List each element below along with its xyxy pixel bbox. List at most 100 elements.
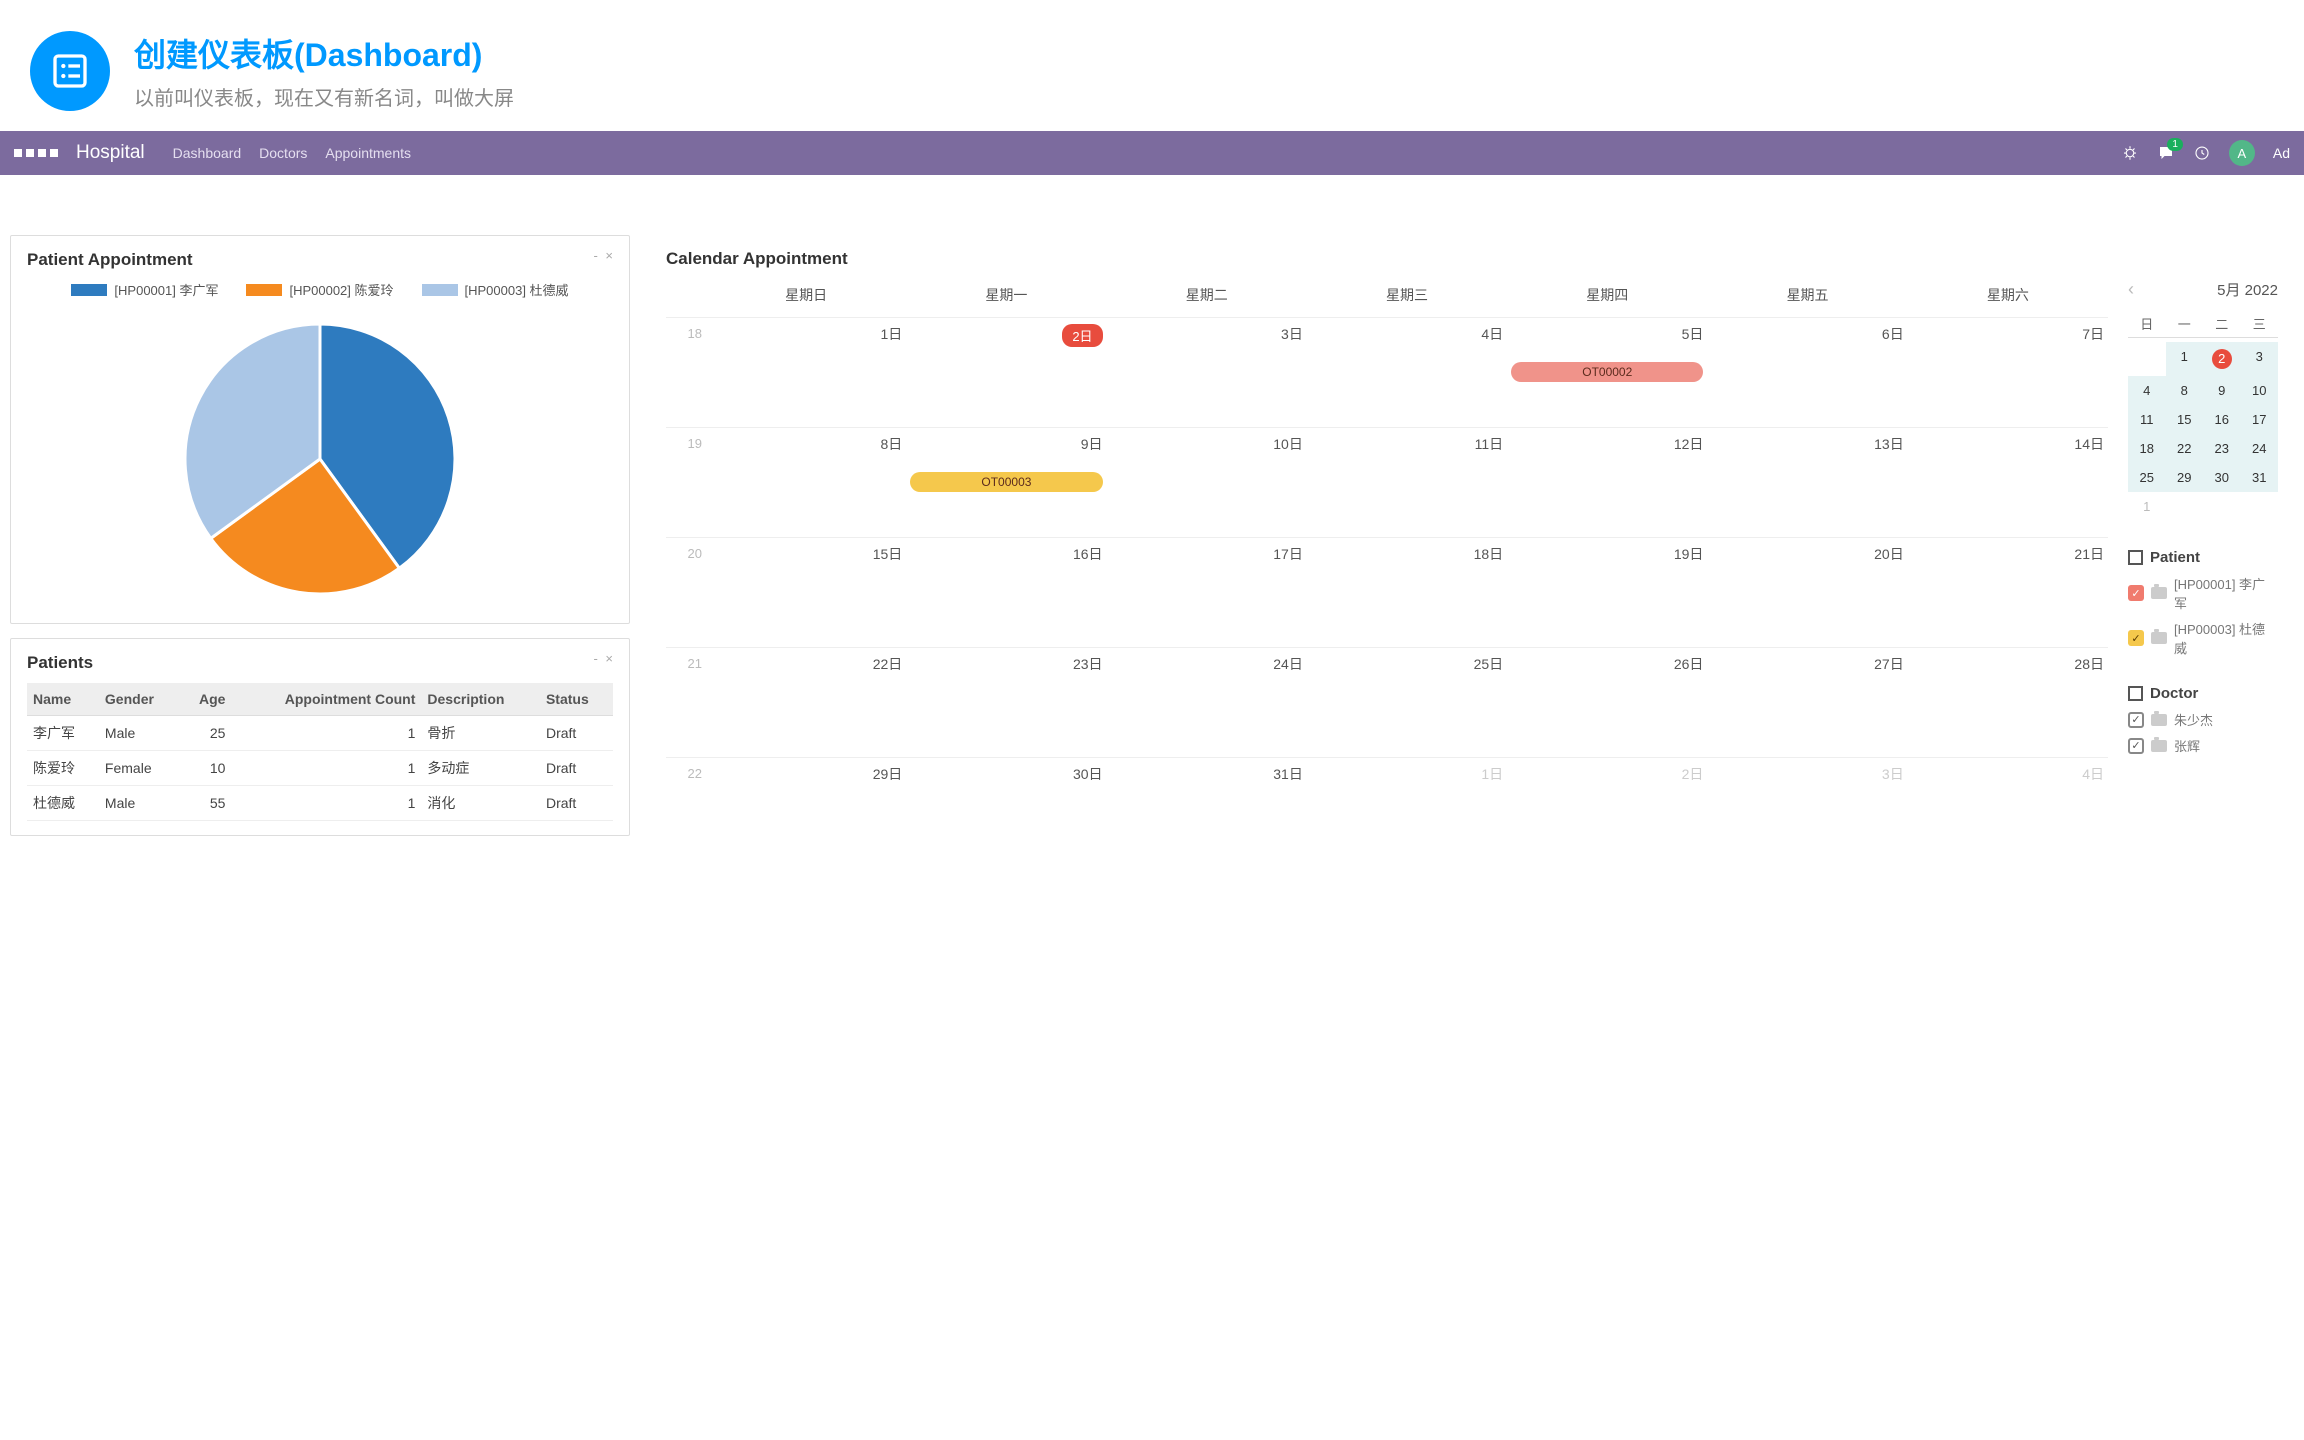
nav-link-appointments[interactable]: Appointments [325,145,411,161]
calendar-event[interactable]: OT00003 [910,472,1102,492]
checkbox-icon[interactable] [2128,738,2144,754]
mini-day[interactable]: 3 [2241,342,2279,376]
mini-day[interactable]: 25 [2128,463,2166,492]
calendar-cell[interactable]: 14日 [1908,428,2108,537]
calendar-cell[interactable]: 25日 [1307,648,1507,757]
calendar-cell[interactable]: 11日 [1307,428,1507,537]
page-hero: 创建仪表板(Dashboard) 以前叫仪表板，现在又有新名词，叫做大屏 [0,0,2304,131]
filter-item[interactable]: [HP00003] 杜德威 [2128,619,2278,657]
calendar-cell[interactable]: 18日 [1307,538,1507,647]
mini-day[interactable]: 15 [2166,405,2204,434]
legend-item[interactable]: [HP00003] 杜德威 [422,280,569,299]
mini-day[interactable]: 4 [2128,376,2166,405]
panel-controls[interactable]: - × [593,248,615,263]
calendar-event[interactable]: OT00002 [1511,362,1703,382]
filter-item[interactable]: [HP00001] 李广军 [2128,574,2278,612]
mini-calendar-dow: 日一二三 [2128,310,2278,338]
table-column-header[interactable]: Gender [99,683,180,716]
mini-day[interactable]: 29 [2166,463,2204,492]
panel-patients: - × Patients NameGenderAgeAppointment Co… [10,638,630,836]
calendar-cell[interactable]: 13日 [1707,428,1907,537]
checkbox-icon[interactable] [2128,630,2144,646]
checkbox-icon[interactable] [2128,585,2144,601]
mini-day[interactable]: 22 [2166,434,2204,463]
table-cell: Female [99,751,180,786]
calendar-cell[interactable]: 1日 [1307,758,1507,807]
filter-item[interactable]: 朱少杰 [2128,710,2278,729]
checkbox-icon[interactable] [2128,712,2144,728]
mini-day[interactable]: 31 [2241,463,2279,492]
bug-icon[interactable] [2121,144,2139,162]
mini-day[interactable]: 16 [2203,405,2241,434]
calendar-cell[interactable]: 2日 [1507,758,1707,807]
table-row[interactable]: 杜德威Male551消化Draft [27,786,613,821]
calendar-cell[interactable]: 4日 [1307,318,1507,427]
nav-brand[interactable]: Hospital [76,142,145,164]
mini-day[interactable]: 8 [2166,376,2204,405]
checkbox-icon[interactable] [2128,686,2143,701]
table-row[interactable]: 李广军Male251骨折Draft [27,716,613,751]
nav-link-doctors[interactable]: Doctors [259,145,307,161]
mini-day[interactable]: 2 [2203,342,2241,376]
table-cell: Draft [540,751,613,786]
mini-day[interactable]: 23 [2203,434,2241,463]
mini-day[interactable]: 1 [2128,492,2166,521]
calendar-cell[interactable]: 21日 [1908,538,2108,647]
calendar-cell[interactable]: 10日 [1107,428,1307,537]
calendar-dow-header: 星期三 [1307,279,1507,311]
mini-day[interactable]: 24 [2241,434,2279,463]
calendar-cell[interactable]: 8日 [706,428,906,537]
table-column-header[interactable]: Description [421,683,540,716]
mini-day[interactable]: 9 [2203,376,2241,405]
calendar-cell[interactable]: 6日 [1707,318,1907,427]
calendar-cell[interactable]: 27日 [1707,648,1907,757]
mini-day[interactable]: 18 [2128,434,2166,463]
mini-day[interactable]: 10 [2241,376,2279,405]
calendar-cell[interactable]: 22日 [706,648,906,757]
panel-controls[interactable]: - × [593,651,615,666]
page-title: 创建仪表板(Dashboard) [134,30,514,76]
calendar-cell[interactable]: 2日 [906,318,1106,427]
calendar-cell[interactable]: 5日OT00002 [1507,318,1707,427]
calendar-cell[interactable]: 1日 [706,318,906,427]
calendar-cell[interactable]: 16日 [906,538,1106,647]
mini-day[interactable]: 11 [2128,405,2166,434]
calendar-cell[interactable]: 24日 [1107,648,1307,757]
calendar-cell[interactable]: 28日 [1908,648,2108,757]
messages-icon[interactable]: 1 [2157,144,2175,162]
apps-icon[interactable] [14,149,58,157]
calendar-cell[interactable]: 3日 [1107,318,1307,427]
mini-day[interactable]: 1 [2166,342,2204,376]
table-column-header[interactable]: Age [180,683,231,716]
calendar-cell[interactable]: 17日 [1107,538,1307,647]
mini-prev-icon[interactable]: ‹ [2128,279,2134,300]
legend-item[interactable]: [HP00001] 李广军 [71,280,218,299]
calendar-cell[interactable]: 20日 [1707,538,1907,647]
mini-day[interactable]: 30 [2203,463,2241,492]
user-avatar[interactable]: A [2229,140,2255,166]
calendar-cell[interactable]: 3日 [1707,758,1907,807]
table-row[interactable]: 陈爱玲Female101多动症Draft [27,751,613,786]
checkbox-icon[interactable] [2128,550,2143,565]
nav-link-dashboard[interactable]: Dashboard [173,145,242,161]
table-column-header[interactable]: Status [540,683,613,716]
user-label[interactable]: Ad [2273,145,2290,161]
calendar-cell[interactable]: 26日 [1507,648,1707,757]
mini-day[interactable] [2128,342,2166,376]
table-column-header[interactable]: Appointment Count [231,683,421,716]
calendar-cell[interactable]: 9日OT00003 [906,428,1106,537]
table-column-header[interactable]: Name [27,683,99,716]
calendar-cell[interactable]: 4日 [1908,758,2108,807]
calendar-cell[interactable]: 19日 [1507,538,1707,647]
calendar-cell[interactable]: 31日 [1107,758,1307,807]
calendar-cell[interactable]: 23日 [906,648,1106,757]
calendar-cell[interactable]: 12日 [1507,428,1707,537]
legend-item[interactable]: [HP00002] 陈爱玲 [246,280,393,299]
calendar-cell[interactable]: 30日 [906,758,1106,807]
calendar-cell[interactable]: 15日 [706,538,906,647]
filter-item[interactable]: 张辉 [2128,736,2278,755]
clock-icon[interactable] [2193,144,2211,162]
calendar-cell[interactable]: 29日 [706,758,906,807]
mini-day[interactable]: 17 [2241,405,2279,434]
calendar-cell[interactable]: 7日 [1908,318,2108,427]
